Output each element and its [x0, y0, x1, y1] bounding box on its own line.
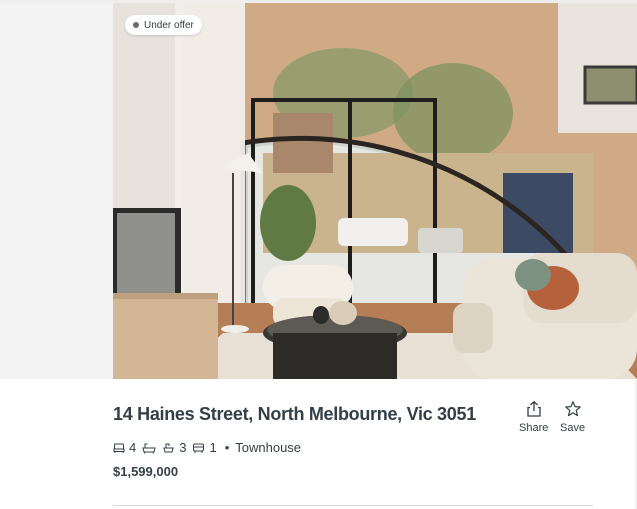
- living-room-image: [113, 3, 637, 379]
- bath-icon: [142, 443, 156, 454]
- parking-count: 1: [209, 440, 217, 455]
- share-label: Share: [519, 422, 549, 434]
- listing-photo[interactable]: [113, 3, 637, 379]
- shower-icon: [163, 443, 174, 452]
- save-label: Save: [560, 422, 586, 434]
- share-icon: [527, 400, 541, 417]
- bed-icon: [113, 443, 125, 453]
- bedrooms-count: 4: [129, 440, 137, 455]
- status-badge-label: Under offer: [144, 19, 194, 31]
- property-features: 4 3 1 • Townhouse: [113, 440, 301, 455]
- listing-price: $1,599,000: [113, 464, 179, 479]
- bathrooms-count-wrap: 3: [162, 440, 186, 455]
- bathrooms-count: 3: [179, 440, 187, 455]
- gallery-left-panel: [0, 3, 113, 379]
- listing-address[interactable]: 14 Haines Street, North Melbourne, Vic 3…: [113, 404, 476, 425]
- car-icon: [193, 443, 205, 453]
- property-type: Townhouse: [235, 440, 302, 455]
- bedrooms-feature: 4: [113, 440, 136, 455]
- feature-separator: •: [224, 440, 230, 455]
- parking-feature: 1: [192, 440, 217, 455]
- star-icon: [564, 401, 581, 417]
- status-badge: Under offer: [125, 15, 202, 35]
- save-button[interactable]: Save: [560, 400, 585, 434]
- share-button[interactable]: Share: [519, 400, 548, 434]
- bathrooms-feature: [142, 442, 156, 454]
- status-dot-icon: [133, 22, 139, 28]
- listing-divider: [113, 505, 593, 506]
